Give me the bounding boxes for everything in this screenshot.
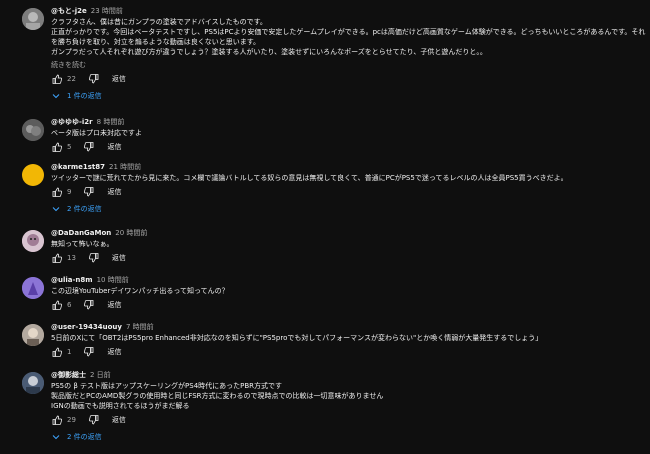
avatar[interactable] <box>22 119 44 141</box>
like-icon[interactable] <box>51 252 63 264</box>
comment-text: 無知って怖いなぁ。 <box>51 240 114 248</box>
comment-author[interactable]: @karme1st87 <box>51 163 105 171</box>
comment-text: ベータ版はプロ未対応ですよ <box>51 129 142 137</box>
like-icon[interactable] <box>51 141 63 153</box>
reply-button[interactable]: 返信 <box>107 142 121 152</box>
view-replies-button[interactable]: 2 件の返信 <box>51 431 646 443</box>
reply-button[interactable]: 返信 <box>112 253 126 263</box>
comment-text: ツイッターで謎に荒れてたから見に来た。コメ欄で議論バトルしてる奴らの意見は無視し… <box>51 174 568 182</box>
replies-count-label: 2 件の返信 <box>67 433 102 441</box>
dislike-icon[interactable] <box>88 252 100 264</box>
like-count: 6 <box>67 301 72 309</box>
like-count: 13 <box>67 254 76 262</box>
like-icon[interactable] <box>51 346 63 358</box>
comment-actions: 29 返信 <box>51 413 646 427</box>
comment-author[interactable]: @DaDanGaMon <box>51 229 111 237</box>
reply-button[interactable]: 返信 <box>112 415 126 425</box>
comment-text: この辺境YouTuberデイワンパッチ出るって知ってんの？ <box>51 287 229 295</box>
like-count: 29 <box>67 416 76 424</box>
comment-time[interactable]: 23 時間前 <box>91 7 123 15</box>
comment-author[interactable]: @user-19434uouy <box>51 323 122 331</box>
like-count: 22 <box>67 75 76 83</box>
dislike-icon[interactable] <box>83 299 95 311</box>
dislike-icon[interactable] <box>88 414 100 426</box>
like-icon[interactable] <box>51 73 63 85</box>
comment-time[interactable]: 20 時間前 <box>115 229 147 237</box>
comment-text: クラフタさん、僕は昔にガンプラの塗装でアドバイスしたものです。 正直がっかりです… <box>51 18 646 56</box>
dislike-icon[interactable] <box>83 186 95 198</box>
avatar[interactable] <box>22 324 44 346</box>
view-replies-button[interactable]: 2 件の返信 <box>51 203 646 215</box>
comment-text: PS5の β テスト版はアップスケーリングがPS4時代にあったPBR方式です 製… <box>51 382 384 410</box>
avatar[interactable] <box>22 277 44 299</box>
comment-time[interactable]: 10 時間前 <box>97 276 129 284</box>
dislike-icon[interactable] <box>83 141 95 153</box>
comment-text: 5日前のXにて「OBT2はPS5pro Enhanced非対応なのを知らずに"P… <box>51 334 543 342</box>
comment-actions: 1 返信 <box>51 345 646 359</box>
comment-actions: 13 返信 <box>51 251 646 265</box>
comment-time[interactable]: 7 時間前 <box>126 323 154 331</box>
comment-author[interactable]: @もと-j2e <box>51 7 87 15</box>
replies-count-label: 1 件の返信 <box>67 92 102 100</box>
chevron-down-icon <box>51 204 61 214</box>
reply-button[interactable]: 返信 <box>107 300 121 310</box>
reply-button[interactable]: 返信 <box>107 347 121 357</box>
like-icon[interactable] <box>51 299 63 311</box>
avatar[interactable] <box>22 372 44 394</box>
comment-actions: 5 返信 <box>51 140 646 154</box>
comment-author[interactable]: @御影総士 <box>51 371 86 379</box>
comment-actions: 9 返信 <box>51 185 646 199</box>
comment-time[interactable]: 21 時間前 <box>109 163 141 171</box>
reply-button[interactable]: 返信 <box>107 187 121 197</box>
avatar[interactable] <box>22 164 44 186</box>
comment-time[interactable]: 8 時間前 <box>97 118 125 126</box>
view-replies-button[interactable]: 1 件の返信 <box>51 90 646 102</box>
avatar[interactable] <box>22 230 44 252</box>
reply-button[interactable]: 返信 <box>112 74 126 84</box>
comment-actions: 22 返信 <box>51 72 646 86</box>
replies-count-label: 2 件の返信 <box>67 205 102 213</box>
comment-time[interactable]: 2 日前 <box>90 371 111 379</box>
chevron-down-icon <box>51 91 61 101</box>
read-more-link[interactable]: 続きを読む <box>51 60 646 70</box>
comment-author[interactable]: @ゆゆゆ-i2r <box>51 118 93 126</box>
like-icon[interactable] <box>51 186 63 198</box>
like-count: 1 <box>67 348 72 356</box>
comment-actions: 6 返信 <box>51 298 646 312</box>
avatar[interactable] <box>22 8 44 30</box>
chevron-down-icon <box>51 432 61 442</box>
like-icon[interactable] <box>51 414 63 426</box>
like-count: 9 <box>67 188 72 196</box>
comment-author[interactable]: @ulia-n8m <box>51 276 93 284</box>
dislike-icon[interactable] <box>83 346 95 358</box>
like-count: 5 <box>67 143 72 151</box>
dislike-icon[interactable] <box>88 73 100 85</box>
